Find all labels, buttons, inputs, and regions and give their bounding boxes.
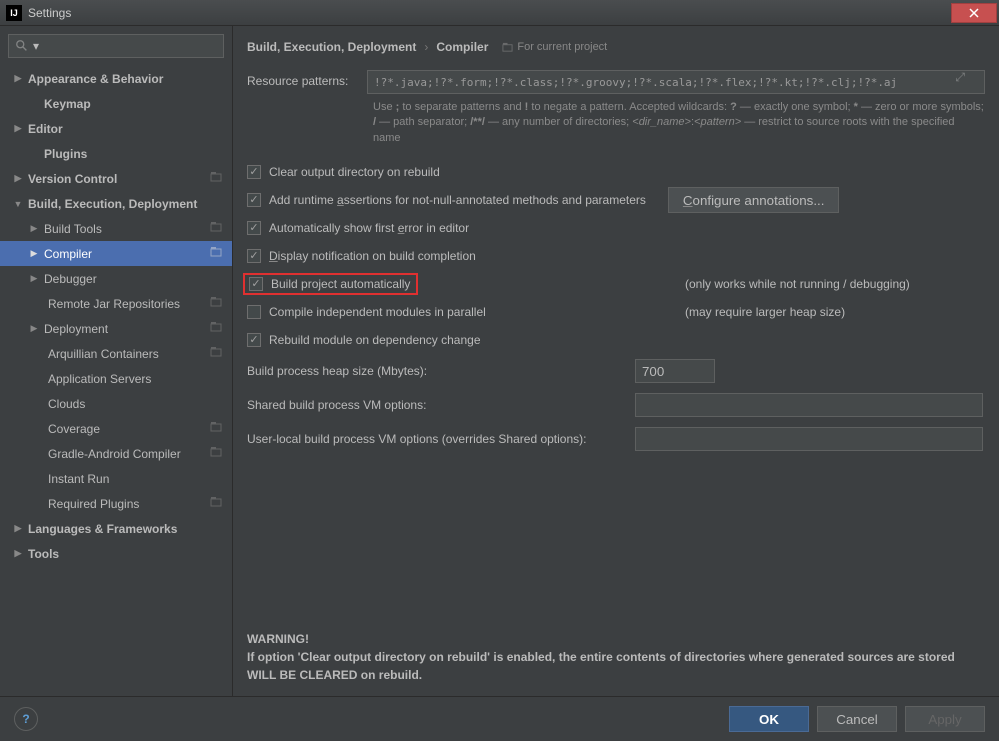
warning-text: WARNING! If option 'Clear output directo… (247, 630, 985, 696)
auto-error-label: Automatically show first error in editor (269, 221, 469, 235)
sidebar-item-appearance[interactable]: ▶Appearance & Behavior (0, 66, 232, 91)
project-badge-icon (210, 421, 222, 436)
sidebar-item-arquillian[interactable]: Arquillian Containers (0, 341, 232, 366)
sidebar-item-editor[interactable]: ▶Editor (0, 116, 232, 141)
project-badge-icon (210, 496, 222, 511)
footer: ? OK Cancel Apply (0, 696, 999, 741)
project-badge-icon (210, 171, 222, 186)
sidebar-item-coverage[interactable]: Coverage (0, 416, 232, 441)
scope-indicator: For current project (502, 41, 607, 53)
breadcrumb-leaf: Compiler (436, 40, 488, 54)
sidebar: ▾ ▶Appearance & Behavior Keymap ▶Editor … (0, 26, 233, 696)
clear-output-checkbox[interactable] (247, 165, 261, 179)
main-panel: Build, Execution, Deployment › Compiler … (233, 26, 999, 696)
resource-patterns-input[interactable] (367, 70, 985, 94)
notify-build-checkbox[interactable] (247, 249, 261, 263)
breadcrumb-sep: › (424, 40, 428, 54)
breadcrumb: Build, Execution, Deployment › Compiler … (247, 40, 985, 54)
resource-patterns-label: Resource patterns: (247, 70, 367, 88)
help-button[interactable]: ? (14, 707, 38, 731)
app-icon: IJ (6, 5, 22, 21)
sidebar-item-build-exec-deploy[interactable]: ▼Build, Execution, Deployment (0, 191, 232, 216)
build-auto-checkbox[interactable] (249, 277, 263, 291)
compile-parallel-checkbox[interactable] (247, 305, 261, 319)
chevron-down-icon: ▾ (33, 39, 39, 53)
clear-output-label: Clear output directory on rebuild (269, 165, 440, 179)
sidebar-item-remote-jar[interactable]: Remote Jar Repositories (0, 291, 232, 316)
project-badge-icon (210, 321, 222, 336)
close-button[interactable] (951, 3, 997, 23)
project-badge-icon (210, 296, 222, 311)
configure-annotations-button[interactable]: Configure annotations... (668, 187, 840, 213)
sidebar-item-clouds[interactable]: Clouds (0, 391, 232, 416)
sidebar-item-keymap[interactable]: Keymap (0, 91, 232, 116)
sidebar-item-app-servers[interactable]: Application Servers (0, 366, 232, 391)
sidebar-item-tools[interactable]: ▶Tools (0, 541, 232, 566)
compile-parallel-note: (may require larger heap size) (685, 305, 965, 319)
sidebar-item-plugins[interactable]: Plugins (0, 141, 232, 166)
sidebar-item-compiler[interactable]: ▶Compiler (0, 241, 232, 266)
user-vm-label: User-local build process VM options (ove… (247, 432, 635, 446)
expand-icon[interactable]: ⤢ (955, 70, 965, 85)
project-badge-icon (210, 221, 222, 236)
add-runtime-checkbox[interactable] (247, 193, 261, 207)
heap-label: Build process heap size (Mbytes): (247, 364, 635, 378)
build-auto-note: (only works while not running / debuggin… (685, 277, 965, 291)
resource-patterns-hint: Use ; to separate patterns and ! to nega… (373, 100, 985, 146)
breadcrumb-root[interactable]: Build, Execution, Deployment (247, 40, 416, 54)
apply-button[interactable]: Apply (905, 706, 985, 732)
shared-vm-label: Shared build process VM options: (247, 398, 635, 412)
titlebar: IJ Settings (0, 0, 999, 26)
sidebar-item-version-control[interactable]: ▶Version Control (0, 166, 232, 191)
sidebar-item-gradle-android[interactable]: Gradle-Android Compiler (0, 441, 232, 466)
build-auto-label: Build project automatically (271, 277, 410, 291)
sidebar-item-debugger[interactable]: ▶Debugger (0, 266, 232, 291)
sidebar-item-instant-run[interactable]: Instant Run (0, 466, 232, 491)
notify-build-label: Display notification on build completion (269, 249, 476, 263)
add-runtime-label: Add runtime assertions for not-null-anno… (269, 193, 646, 207)
project-badge-icon (210, 246, 222, 261)
settings-tree: ▶Appearance & Behavior Keymap ▶Editor Pl… (0, 66, 232, 566)
rebuild-dep-checkbox[interactable] (247, 333, 261, 347)
window-title: Settings (28, 6, 71, 20)
sidebar-item-required-plugins[interactable]: Required Plugins (0, 491, 232, 516)
search-input[interactable]: ▾ (8, 34, 224, 58)
rebuild-dep-label: Rebuild module on dependency change (269, 333, 481, 347)
search-icon (15, 39, 29, 53)
highlighted-option: Build project automatically (243, 273, 418, 295)
sidebar-item-deployment[interactable]: ▶Deployment (0, 316, 232, 341)
project-badge-icon (210, 446, 222, 461)
heap-input[interactable] (635, 359, 715, 383)
project-badge-icon (502, 42, 513, 53)
auto-error-checkbox[interactable] (247, 221, 261, 235)
ok-button[interactable]: OK (729, 706, 809, 732)
project-badge-icon (210, 346, 222, 361)
compile-parallel-label: Compile independent modules in parallel (269, 305, 486, 319)
user-vm-input[interactable] (635, 427, 983, 451)
cancel-button[interactable]: Cancel (817, 706, 897, 732)
sidebar-item-languages[interactable]: ▶Languages & Frameworks (0, 516, 232, 541)
sidebar-item-build-tools[interactable]: ▶Build Tools (0, 216, 232, 241)
shared-vm-input[interactable] (635, 393, 983, 417)
